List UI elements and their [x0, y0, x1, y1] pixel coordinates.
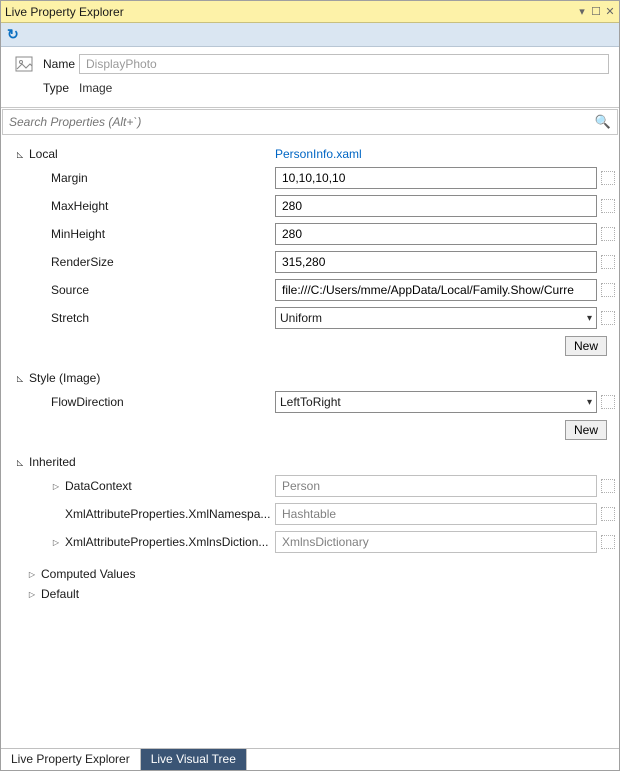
section-local-label: Local	[29, 147, 58, 161]
section-style-label: Style (Image)	[29, 371, 100, 385]
section-style: Style (Image) FlowDirection LeftToRight …	[5, 368, 615, 444]
prop-value-input[interactable]	[275, 503, 597, 525]
refresh-icon[interactable]: ↻	[7, 26, 19, 43]
prop-row-rendersize: RenderSize	[5, 248, 615, 276]
prop-marker[interactable]	[601, 395, 615, 409]
type-value: Image	[79, 81, 112, 95]
section-computed-header[interactable]: Computed Values	[5, 564, 615, 584]
maximize-icon[interactable]: ☐	[587, 5, 601, 18]
prop-value-input[interactable]	[275, 223, 597, 245]
prop-label: FlowDirection	[51, 395, 275, 409]
section-inherited-header[interactable]: Inherited	[5, 452, 615, 472]
bottom-tabs: Live Property Explorer Live Visual Tree	[1, 748, 619, 770]
prop-marker[interactable]	[601, 479, 615, 493]
section-default-header[interactable]: Default	[5, 584, 615, 604]
section-local-header[interactable]: Local PersonInfo.xaml	[5, 144, 615, 164]
chevron-down-icon: ▾	[587, 397, 592, 408]
prop-value-select[interactable]: LeftToRight ▾	[275, 391, 597, 413]
titlebar: Live Property Explorer ▾ ☐ ✕	[1, 1, 619, 23]
expand-icon[interactable]	[15, 373, 25, 383]
section-computed-label: Computed Values	[41, 567, 136, 581]
expand-icon[interactable]	[51, 481, 61, 491]
source-link[interactable]: PersonInfo.xaml	[275, 147, 362, 161]
expand-icon[interactable]	[51, 537, 61, 547]
new-button[interactable]: New	[565, 336, 607, 356]
section-inherited-label: Inherited	[29, 455, 76, 469]
name-input[interactable]	[79, 54, 609, 74]
prop-label: Stretch	[51, 311, 275, 325]
type-label: Type	[43, 81, 79, 95]
select-value: LeftToRight	[280, 395, 341, 409]
element-header: Name Type Image	[1, 47, 619, 108]
search-input[interactable]	[9, 115, 595, 129]
prop-marker[interactable]	[601, 171, 615, 185]
prop-value-select[interactable]: Uniform ▾	[275, 307, 597, 329]
prop-label: Source	[51, 283, 275, 297]
window-title: Live Property Explorer	[5, 5, 573, 19]
prop-row-xmlns: XmlAttributeProperties.XmlNamespa...	[5, 500, 615, 528]
expand-icon[interactable]	[15, 149, 25, 159]
prop-label: RenderSize	[51, 255, 275, 269]
tab-visual-tree[interactable]: Live Visual Tree	[141, 749, 247, 770]
prop-row-datacontext: DataContext	[5, 472, 615, 500]
expand-icon[interactable]	[15, 457, 25, 467]
tab-property-explorer[interactable]: Live Property Explorer	[1, 749, 141, 770]
prop-marker[interactable]	[601, 199, 615, 213]
prop-label: MaxHeight	[51, 199, 275, 213]
content-area: Local PersonInfo.xaml Margin MaxHeight	[1, 136, 619, 748]
prop-row-flowdirection: FlowDirection LeftToRight ▾	[5, 388, 615, 416]
toolbar: ↻	[1, 23, 619, 47]
prop-label: Margin	[51, 171, 275, 185]
prop-marker[interactable]	[601, 227, 615, 241]
search-icon[interactable]: 🔍	[595, 114, 611, 130]
prop-row-stretch: Stretch Uniform ▾	[5, 304, 615, 332]
close-icon[interactable]: ✕	[601, 5, 615, 18]
prop-label: MinHeight	[51, 227, 275, 241]
name-label: Name	[43, 57, 79, 71]
image-icon	[13, 53, 35, 75]
select-value: Uniform	[280, 311, 322, 325]
expand-icon[interactable]	[27, 569, 37, 579]
prop-marker[interactable]	[601, 535, 615, 549]
prop-marker[interactable]	[601, 507, 615, 521]
prop-label: XmlAttributeProperties.XmlnsDiction...	[65, 535, 275, 549]
prop-marker[interactable]	[601, 255, 615, 269]
prop-value-input[interactable]	[275, 251, 597, 273]
prop-value-input[interactable]	[275, 279, 597, 301]
section-inherited: Inherited DataContext XmlAttributeProper…	[5, 452, 615, 556]
expand-icon[interactable]	[27, 589, 37, 599]
window: Live Property Explorer ▾ ☐ ✕ ↻ Name Type…	[0, 0, 620, 771]
prop-marker[interactable]	[601, 311, 615, 325]
prop-marker[interactable]	[601, 283, 615, 297]
section-local: Local PersonInfo.xaml Margin MaxHeight	[5, 144, 615, 360]
prop-row-margin: Margin	[5, 164, 615, 192]
section-default-label: Default	[41, 587, 79, 601]
prop-value-input[interactable]	[275, 531, 597, 553]
prop-label: DataContext	[65, 479, 275, 493]
prop-value-input[interactable]	[275, 167, 597, 189]
prop-row-minheight: MinHeight	[5, 220, 615, 248]
chevron-down-icon: ▾	[587, 313, 592, 324]
prop-row-maxheight: MaxHeight	[5, 192, 615, 220]
prop-label: XmlAttributeProperties.XmlNamespa...	[65, 507, 275, 521]
section-style-header[interactable]: Style (Image)	[5, 368, 615, 388]
prop-row-source: Source	[5, 276, 615, 304]
prop-row-xmlnsdict: XmlAttributeProperties.XmlnsDiction...	[5, 528, 615, 556]
dropdown-icon[interactable]: ▾	[573, 5, 587, 18]
prop-value-input[interactable]	[275, 475, 597, 497]
prop-value-input[interactable]	[275, 195, 597, 217]
search-bar[interactable]: 🔍	[2, 109, 618, 135]
new-button[interactable]: New	[565, 420, 607, 440]
